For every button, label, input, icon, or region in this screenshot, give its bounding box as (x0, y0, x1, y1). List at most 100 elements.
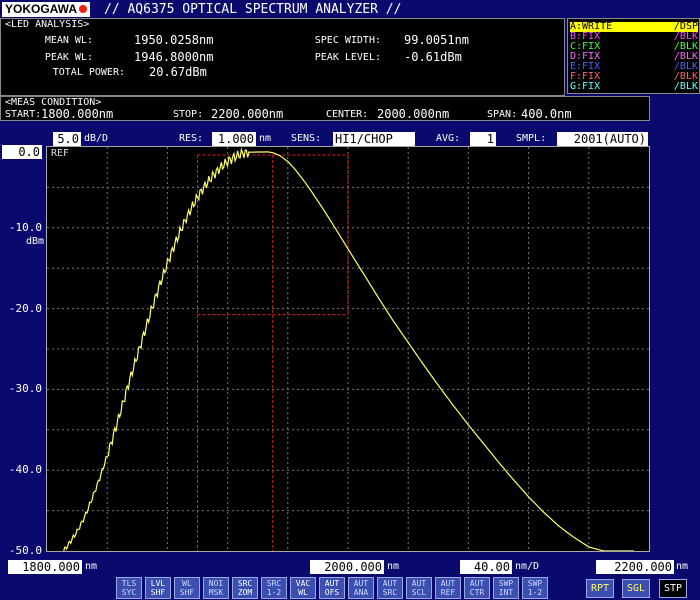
function-button-line1: SWP (498, 579, 514, 588)
peak-level-label: PEAK LEVEL: (314, 52, 381, 63)
function-button[interactable]: SRC 1-2 (261, 577, 287, 599)
function-button-line2: SCL (411, 588, 427, 597)
function-button-line2: SRC (382, 588, 398, 597)
function-button[interactable]: LVL SHF (145, 577, 171, 599)
center-wl-unit: nm (387, 561, 400, 572)
start-wl-field[interactable]: 1800.000 (8, 560, 82, 574)
function-button-line1: LVL (150, 579, 166, 588)
trace-mode: /BLK (673, 81, 698, 92)
sweep-button-stp[interactable]: STP (659, 579, 688, 598)
function-button-bar: TLS SYC LVL SHF WL SHF NOI MSK SRC ZOM SRC 1-2 VAC WL… (0, 577, 700, 600)
y-unit-label: dBm (25, 236, 44, 247)
trace-row[interactable]: G:FIX/BLK (570, 82, 698, 92)
function-button-line2: ZOM (237, 588, 253, 597)
sweep-button-sgl[interactable]: SGL (622, 579, 651, 598)
function-button[interactable]: SWP 1-2 (522, 577, 548, 599)
scale-unit-label: dB/D (84, 133, 109, 144)
function-button-line2: 1-2 (527, 588, 543, 597)
mean-wl-label: MEAN WL: (44, 35, 93, 46)
center-wl-field[interactable]: 2000.000 (310, 560, 384, 574)
led-analysis-heading: <LED ANALYSIS> (5, 19, 90, 30)
start-value: 1800.000nm (41, 107, 114, 121)
function-button[interactable]: AUT SRC (377, 577, 403, 599)
sens-label: SENS: (291, 133, 322, 144)
y-tick-label: -30.0 (8, 382, 42, 396)
total-power-value: 20.67dBm (149, 65, 207, 79)
function-button-line2: REF (440, 588, 456, 597)
trace-legend[interactable]: A:WRITE/DSP B:FIX/BLK C:FIX/BLK D:FIX/BLK E:… (567, 18, 700, 94)
mean-wl-value: 1950.0258nm (134, 33, 214, 47)
y-tick-label: -40.0 (8, 463, 42, 477)
yokogawa-logo: YOKOGAWA (2, 2, 91, 17)
function-button-line2: MSK (208, 588, 224, 597)
function-button-line2: CTR (469, 588, 485, 597)
smpl-value-field[interactable]: 2001(AUTO) (557, 132, 648, 146)
smpl-label: SMPL: (516, 133, 547, 144)
peak-wl-value: 1946.8000nm (134, 50, 214, 64)
meas-condition-panel: <MEAS CONDITION> START: 1800.000nm STOP:… (0, 96, 650, 121)
y-tick-label: -20.0 (8, 301, 42, 315)
y-tick-label: -10.0 (8, 220, 42, 234)
total-power-label: TOTAL POWER: (52, 67, 125, 78)
function-button-line1: VAC (295, 579, 311, 588)
function-button-line1: SRC (237, 579, 253, 588)
start-label: START: (5, 109, 42, 120)
app-title: // AQ6375 OPTICAL SPECTRUM ANALYZER // (104, 2, 402, 17)
function-button[interactable]: NOI MSK (203, 577, 229, 599)
function-button[interactable]: AUT CTR (464, 577, 490, 599)
function-button-line1: AUT (411, 579, 427, 588)
function-button-line2: ANA (353, 588, 369, 597)
function-button-line1: SWP (527, 579, 543, 588)
function-button-line1: TLS (121, 579, 137, 588)
sweep-button-rpt[interactable]: RPT (586, 579, 615, 598)
center-value: 2000.000nm (377, 107, 450, 121)
peak-wl-label: PEAK WL: (44, 52, 93, 63)
function-button[interactable]: AUT REF (435, 577, 461, 599)
function-button[interactable]: AUT OFS (319, 577, 345, 599)
peak-level-value: -0.61dBm (404, 50, 462, 64)
spec-width-value: 99.0051nm (404, 33, 470, 47)
function-button-line1: NOI (208, 579, 224, 588)
function-button-line2: SYC (121, 588, 137, 597)
center-label: CENTER: (326, 109, 369, 120)
function-button[interactable]: TLS SYC (116, 577, 142, 599)
span-value: 400.0nm (521, 107, 572, 121)
logo-dot-icon (79, 5, 88, 13)
res-value-field[interactable]: 1.000 (212, 132, 256, 146)
ref-level-field[interactable]: 0.0 (2, 145, 42, 159)
led-analysis-panel: <LED ANALYSIS> MEAN WL: 1950.0258nm PEAK… (0, 18, 565, 96)
function-button[interactable]: SWP INT (493, 577, 519, 599)
function-button[interactable]: WL SHF (174, 577, 200, 599)
function-button-line1: AUT (324, 579, 340, 588)
function-button[interactable]: VAC WL (290, 577, 316, 599)
sens-value-field[interactable]: HI1/CHOP (333, 132, 415, 146)
function-button[interactable]: AUT ANA (348, 577, 374, 599)
spec-width-label: SPEC WIDTH: (314, 35, 381, 46)
function-button-line1: AUT (440, 579, 456, 588)
trace-a-line (63, 147, 634, 553)
stop-wl-unit: nm (676, 561, 689, 572)
function-button[interactable]: SRC ZOM (232, 577, 258, 599)
brand-text: YOKOGAWA (5, 2, 78, 16)
res-label: RES: (179, 133, 204, 144)
function-button-line2: INT (498, 588, 514, 597)
trace-name: G:FIX (570, 81, 601, 92)
per-div-field[interactable]: 40.00 (460, 560, 512, 574)
function-button-line1: WL (182, 579, 192, 588)
function-button-line2: WL (298, 588, 308, 597)
function-button-line2: 1-2 (266, 588, 282, 597)
avg-value-field[interactable]: 1 (470, 132, 496, 146)
function-button-line1: AUT (353, 579, 369, 588)
function-button-line1: AUT (469, 579, 485, 588)
stop-label: STOP: (173, 109, 204, 120)
function-button-line2: SHF (179, 588, 195, 597)
spectrum-plot[interactable]: REF (46, 146, 650, 553)
ref-label: REF (51, 148, 70, 159)
y-tick-label: -50.0 (8, 544, 42, 557)
title-bar: YOKOGAWA // AQ6375 OPTICAL SPECTRUM ANAL… (0, 0, 700, 19)
function-button-line1: AUT (382, 579, 398, 588)
function-button[interactable]: AUT SCL (406, 577, 432, 599)
avg-label: AVG: (436, 133, 461, 144)
scale-value-field[interactable]: 5.0 (53, 132, 81, 146)
stop-wl-field[interactable]: 2200.000 (596, 560, 674, 574)
